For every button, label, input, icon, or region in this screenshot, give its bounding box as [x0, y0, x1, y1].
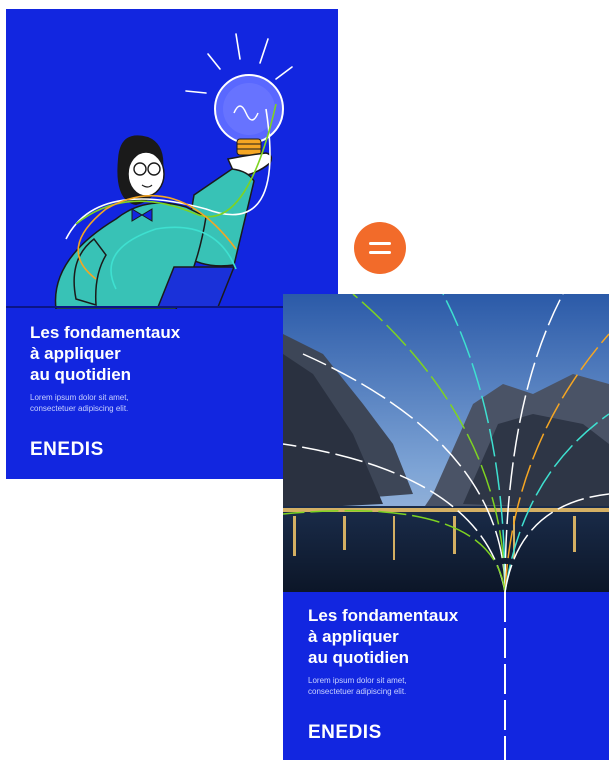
card-title: Les fondamentaux à appliquer au quotidie… [30, 322, 260, 385]
title-line: Les fondamentaux [30, 323, 181, 342]
body-line: consectetuer adipiscing elit. [30, 403, 129, 413]
title-line: au quotidien [30, 365, 132, 384]
card-body-text: Lorem ipsum dolor sit amet, consectetuer… [30, 393, 260, 414]
card-body-text: Lorem ipsum dolor sit amet, consectetuer… [308, 676, 538, 697]
logo-text: ENEDIS [30, 439, 104, 460]
title-line: à appliquer [308, 627, 399, 646]
body-line: Lorem ipsum dolor sit amet, [30, 393, 129, 402]
person-lightbulb-illustration [6, 33, 338, 309]
title-line: Les fondamentaux [308, 606, 459, 625]
title-line: au quotidien [308, 648, 410, 667]
card-title: Les fondamentaux à appliquer au quotidie… [308, 605, 538, 668]
logo-text: ENEDIS [308, 722, 382, 743]
enedis-logo: ENEDIS [30, 439, 104, 461]
title-line: à appliquer [30, 344, 121, 363]
equals-button[interactable] [354, 222, 406, 274]
enedis-logo: ENEDIS [308, 722, 382, 744]
body-line: Lorem ipsum dolor sit amet, [308, 676, 407, 685]
mountain-lake-photo [283, 294, 609, 592]
cover-card-photo: Les fondamentaux à appliquer au quotidie… [283, 294, 609, 760]
body-line: consectetuer adipiscing elit. [308, 686, 407, 696]
